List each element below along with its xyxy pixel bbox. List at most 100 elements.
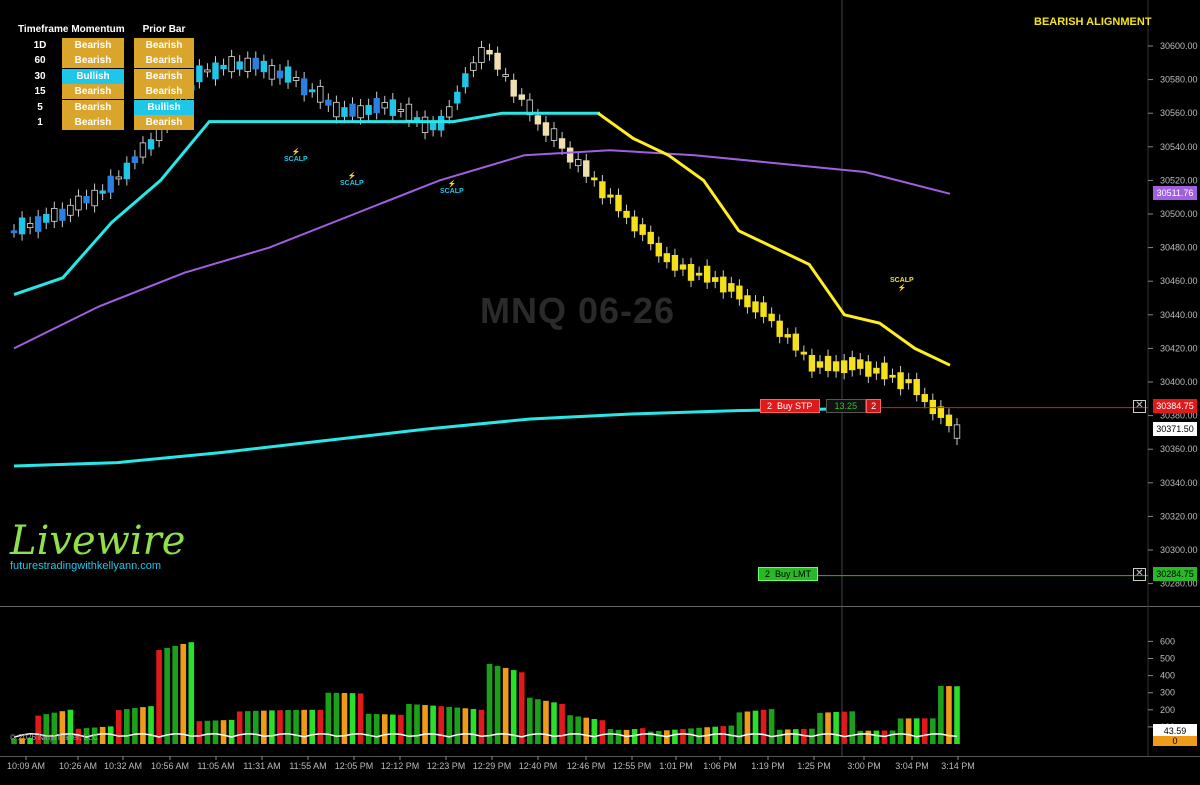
buy-limit-label[interactable]: 2 Buy LMT [758,567,819,581]
alignment-table: Timeframe Momentum Prior Bar 1D Bearish Be… [18,22,194,131]
candle [889,374,896,378]
volume-bar [115,710,122,744]
volume-bar [889,730,896,744]
candle [647,231,654,245]
volume-bar [470,709,477,744]
volume-bar [430,705,436,744]
price-tick-label: 30420.00 [1160,343,1198,353]
lightning-icon: ⚡ [291,149,301,156]
volume-bar [204,720,211,744]
candle [800,351,808,355]
volume-tick-label: 600 [1160,636,1175,646]
time-tick-label: 10:26 AM [59,761,97,771]
volume-axis[interactable]: 600500400300200100 [1148,636,1175,732]
alignment-table-body: 1D Bearish Bearish 60 Bearish Bearish 30 Bullis… [18,37,194,131]
lightning-icon: ⚡ [897,285,907,292]
candle [292,77,300,81]
buy-stop-order[interactable]: 2 Buy STP 13.25 2 [760,399,882,413]
candle [413,117,421,121]
volume-bar [236,711,243,744]
momentum-cell: Bearish [62,99,124,115]
candle [929,399,937,415]
volume-bar [373,714,380,744]
volume-bar [631,729,638,744]
volume-bar [712,726,719,744]
price-tick-label: 30300.00 [1160,545,1198,555]
lightning-icon: ⚡ [347,173,357,180]
volume-bar [768,709,775,744]
candle [905,379,912,384]
volume-bar [349,693,356,744]
candle [115,176,122,180]
candle [75,195,82,211]
candle [897,372,904,390]
moving-average-price-tag: 30511.76 [1153,186,1197,200]
candle [728,283,735,292]
cancel-buy-stop-icon[interactable]: ✕ [1133,400,1146,413]
volume-bar [583,717,590,744]
alignment-row-60: 60 Bearish Bearish [18,53,194,69]
price-tick-label: 30500.00 [1160,209,1198,219]
time-axis-labels[interactable]: 10:09 AM 10:26 AM 10:32 AM 10:56 AM 11:05 AM… [0,756,1200,785]
volume-zero-tag: 0 [1153,736,1197,746]
candle [147,139,155,150]
volume-bar [446,706,453,744]
buy-limit-order[interactable]: 2 Buy LMT [758,567,819,581]
candle [921,394,928,403]
price-tick-label: 30340.00 [1160,478,1198,488]
volume-pane[interactable]: 600500400300200100 43.59 0 © 2026 NinjaT… [0,606,1200,756]
candle [212,62,219,80]
price-chart-pane[interactable]: 30600.00 30580.00 30560.00 30540.00 30520.00… [0,0,1200,606]
candle [309,89,316,93]
timeframe-cell: 5 [37,101,43,113]
candle [574,159,582,167]
candle [204,69,211,73]
alignment-row-15: 15 Bearish Bearish [18,84,194,100]
candle [123,162,131,180]
volume-bar [462,708,469,744]
candle [534,115,542,125]
candle [131,156,139,163]
price-tick-label: 30460.00 [1160,276,1198,286]
volume-bar [575,716,581,744]
scalp-signal: SCALP ⚡ [890,277,914,292]
candle [881,362,888,380]
volume-bar [849,711,856,744]
candle [300,78,308,96]
buy-stop-label[interactable]: 2 Buy STP [760,399,820,413]
indicator-lines [13,111,1148,577]
volume-bar [817,712,823,744]
alignment-row-1D: 1D Bearish Bearish [18,37,194,54]
candle [284,66,292,83]
candle [341,107,348,117]
time-tick-label: 1:25 PM [797,761,831,771]
price-axis[interactable]: 30600.00 30580.00 30560.00 30540.00 30520.00… [1148,41,1198,589]
time-tick-label: 1:19 PM [751,761,785,771]
volume-bar [406,703,412,744]
volume-tick-label: 400 [1160,671,1175,681]
volume-bar [99,726,106,744]
candle [945,414,953,427]
candle [583,160,590,177]
candle [462,73,469,88]
cancel-buy-limit-icon[interactable]: ✕ [1133,568,1146,581]
candle [349,103,356,117]
candle [857,359,864,369]
time-axis[interactable]: 10:09 AM 10:26 AM 10:32 AM 10:56 AM 11:05 AM… [0,756,1200,785]
copyright-text: © 2026 NinjaTrader, LLC [10,733,99,742]
volume-bar [325,692,332,744]
volume-bar [841,711,847,744]
candle [381,102,388,109]
prior-bar-cell: Bullish [134,99,194,115]
prior-bar-cell: Bearish [134,68,194,84]
buy-stop-offset[interactable]: 13.25 [825,399,867,413]
price-tick-label: 30400.00 [1160,377,1198,387]
buy-stop-count[interactable]: 2 [866,399,882,413]
time-tick-label: 10:09 AM [7,761,45,771]
candle [873,367,880,374]
volume-bar [414,704,420,744]
volume-bar [502,667,509,744]
volume-bar [776,729,783,744]
volume-chart[interactable]: 600500400300200100 [0,606,1200,756]
volume-bar [148,706,154,744]
